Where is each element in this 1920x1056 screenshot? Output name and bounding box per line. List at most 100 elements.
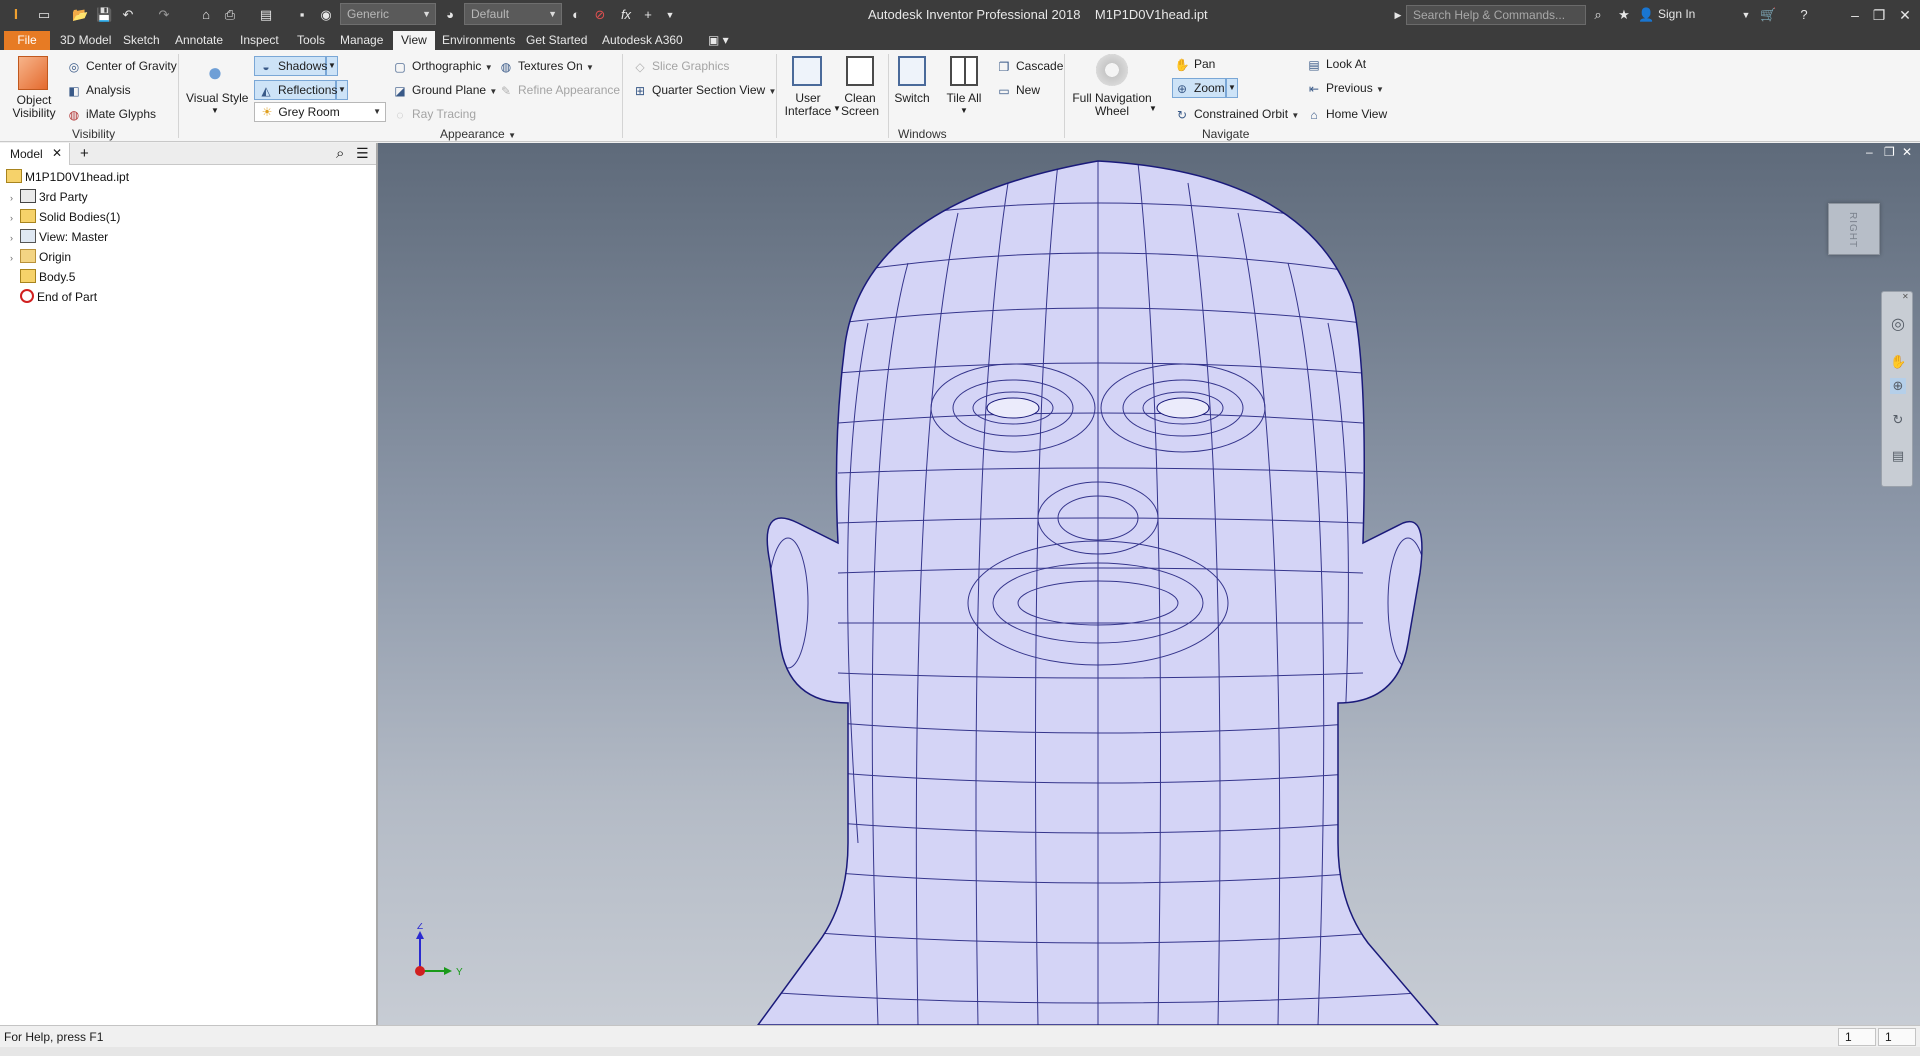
signin-dropdown-icon[interactable]: ▼ [1738,7,1754,23]
save-icon[interactable]: 💾 [96,7,112,23]
refine-appearance-button[interactable]: ✎ Refine Appearance [498,82,620,99]
visual-style-dropdown-icon[interactable]: ▼ [208,104,222,117]
print-icon[interactable]: ⎙ [222,7,238,23]
quarter-section-view-button[interactable]: ⊞ Quarter Section View ▼ [632,82,776,100]
search-icon[interactable]: ⌕ [1590,7,1606,23]
steering-wheel-icon[interactable]: ◎ [1890,314,1906,333]
open-file-icon[interactable]: 📂 [72,7,88,23]
visual-style-icon[interactable]: ● [200,56,230,88]
clear-appearance-icon[interactable]: ⊘ [592,7,608,23]
tab-inspect[interactable]: Inspect [232,31,287,50]
close-icon[interactable]: ✕ [1902,292,1909,301]
inventor-logo-icon[interactable]: I [8,7,24,23]
zoom-icon[interactable]: ⊕ [1890,378,1906,394]
sign-in-link[interactable]: Sign In [1658,7,1695,21]
add-icon[interactable]: + [640,7,656,23]
full-navigation-wheel-button[interactable]: Full Navigation Wheel [1072,92,1152,118]
object-visibility-icon[interactable] [18,56,48,90]
tile-all-icon[interactable] [950,56,978,86]
cascade-button[interactable]: ❐ Cascade [996,58,1064,75]
tab-tools[interactable]: Tools [289,31,333,50]
favorites-star-icon[interactable]: ★ [1616,7,1632,23]
textures-on-button[interactable]: ◍ Textures On ▼ [498,58,594,76]
tab-autodesk-a360[interactable]: Autodesk A360 [594,31,691,50]
home-view-button[interactable]: ⌂ Home View [1306,106,1387,123]
slice-graphics-button[interactable]: ◇ Slice Graphics [632,58,729,75]
pan-hand-icon[interactable]: ✋ [1890,354,1906,370]
previous-view-button[interactable]: ⇤ Previous ▼ [1306,80,1384,98]
navigation-wheel-dropdown-icon[interactable]: ▼ [1148,102,1158,115]
tree-item-body[interactable]: Body.5 [10,268,75,286]
help-icon[interactable]: ? [1796,7,1812,23]
customize-qat-icon[interactable]: ▼ [662,7,678,23]
adjust-appearance-icon[interactable]: ◐ [568,7,584,23]
expand-icon[interactable]: › [10,249,20,267]
fx-parameters-icon[interactable]: fx [618,7,634,23]
appearance-sphere-icon[interactable]: ◉ [318,7,334,23]
tab-view[interactable]: View [393,31,435,50]
home-icon[interactable]: ⌂ [198,7,214,23]
tile-all-dropdown-icon[interactable]: ▼ [958,104,970,117]
tab-sketch[interactable]: Sketch [115,31,168,50]
ground-plane-button[interactable]: ◪ Ground Plane ▼ [392,82,497,100]
switch-button[interactable]: Switch [892,92,932,105]
appearance-dropdown[interactable]: Default ▼ [464,3,562,25]
restore-icon[interactable]: ❐ [1884,145,1895,159]
orthographic-button[interactable]: ▢ Orthographic ▼ [392,58,492,76]
zoom-dropdown-icon[interactable]: ▼ [1226,78,1238,98]
viewcube[interactable]: RIGHT [1828,203,1880,255]
reflections-dropdown-icon[interactable]: ▼ [336,80,348,100]
pan-button[interactable]: ✋ Pan [1174,56,1216,73]
add-browser-tab-icon[interactable]: + [80,145,89,162]
tab-manage[interactable]: Manage [332,31,391,50]
user-interface-icon[interactable] [792,56,822,86]
tree-item-origin[interactable]: › Origin [10,248,71,266]
lighting-style-dropdown[interactable]: ☀ Grey Room ▼ [254,102,386,122]
expand-arrow-icon[interactable]: ▶ [1390,7,1406,23]
cart-icon[interactable]: 🛒 [1760,7,1776,23]
undo-icon[interactable]: ↶ [120,7,136,23]
shadows-dropdown-icon[interactable]: ▼ [326,56,338,76]
center-of-gravity-button[interactable]: ◎ Center of Gravity [66,58,177,75]
expand-icon[interactable]: › [10,189,20,207]
redo-icon[interactable]: ↷ [156,7,172,23]
color-wheel-icon[interactable]: ◕ [442,7,458,23]
clean-screen-icon[interactable] [846,56,874,86]
restore-icon[interactable]: ❐ [1868,5,1890,25]
new-window-button[interactable]: ▭ New [996,82,1040,99]
minimize-icon[interactable]: – [1844,5,1866,25]
object-visibility-button[interactable]: Object Visibility [12,94,56,120]
head-mesh-model[interactable] [378,143,1920,1025]
constrained-orbit-button[interactable]: ↻ Constrained Orbit ▼ [1174,106,1299,124]
close-icon[interactable]: ✕ [52,146,62,160]
tree-item-solid-bodies[interactable]: › Solid Bodies(1) [10,208,120,226]
tab-model[interactable]: Model ✕ [0,143,70,165]
chevron-down-icon[interactable]: ▼ [508,131,516,140]
full-navigation-wheel-icon[interactable] [1096,54,1128,86]
close-icon[interactable]: ✕ [1894,5,1916,25]
new-file-icon[interactable]: ▭ [36,7,52,23]
update-icon[interactable]: ▤ [258,7,274,23]
clean-screen-button[interactable]: Clean Screen [838,92,882,118]
user-icon[interactable]: 👤 [1638,7,1654,23]
tab-3d-model[interactable]: 3D Model [52,31,119,50]
minimize-icon[interactable]: – [1866,145,1873,159]
expand-icon[interactable]: › [10,229,20,247]
tab-environments[interactable]: Environments [434,31,523,50]
tab-get-started[interactable]: Get Started [518,31,595,50]
close-icon[interactable]: ✕ [1902,145,1912,159]
tab-file[interactable]: File [4,31,50,50]
graphics-viewport[interactable]: – ❐ ✕ RIGHT ✕ ◎ ✋ ⊕ ↻ ▤ Z Y [378,143,1920,1025]
browser-menu-icon[interactable]: ☰ [356,145,369,162]
material-dropdown[interactable]: Generic ▼ [340,3,436,25]
tab-annotate[interactable]: Annotate [167,31,231,50]
look-at-button[interactable]: ▤ Look At [1306,56,1366,73]
look-at-icon[interactable]: ▤ [1890,448,1906,464]
user-interface-button[interactable]: User Interface [780,92,836,118]
tree-item-3rd-party[interactable]: › 3rd Party [10,188,88,206]
expand-icon[interactable]: › [10,209,20,227]
imate-glyphs-button[interactable]: ◍ iMate Glyphs [66,106,156,123]
tab-extra-dropdown-icon[interactable]: ▣ ▾ [700,31,737,50]
search-icon[interactable]: ⌕ [336,145,344,162]
switch-icon[interactable] [898,56,926,86]
